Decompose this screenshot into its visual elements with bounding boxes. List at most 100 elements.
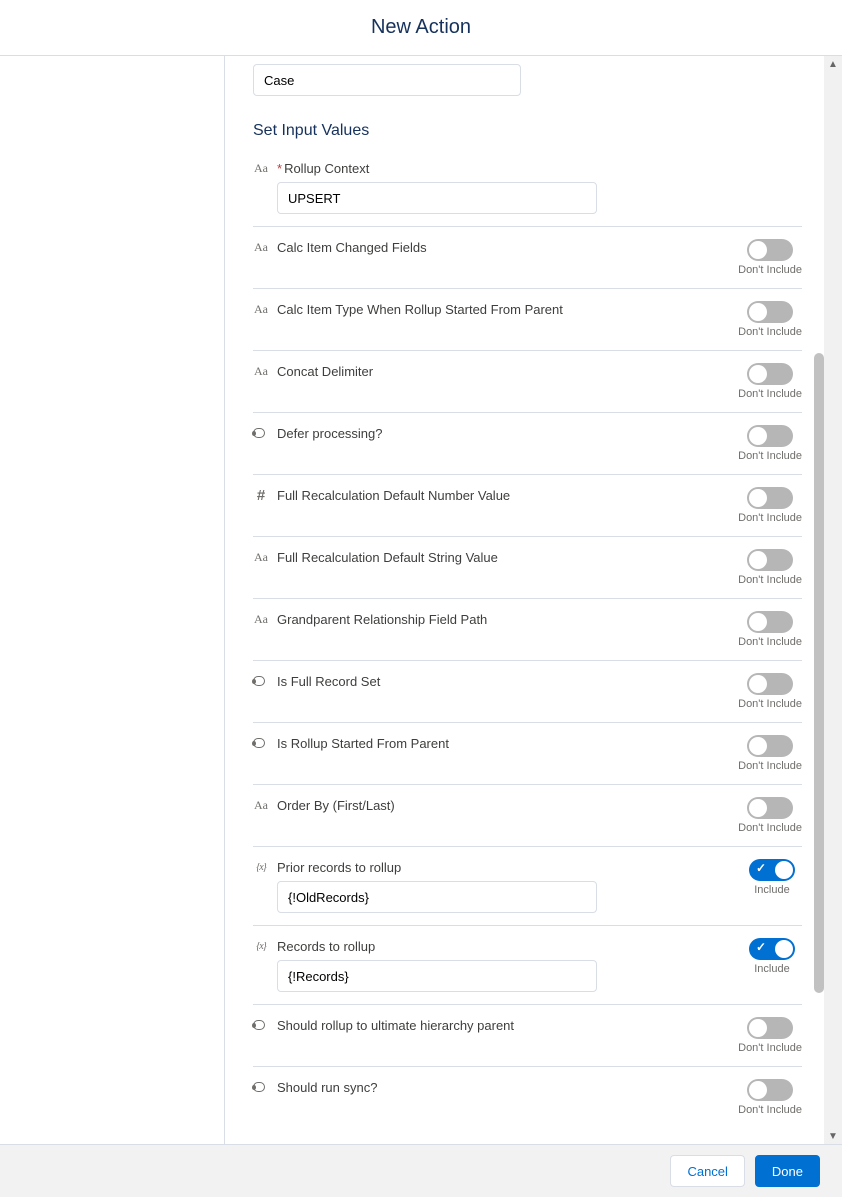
input-wrap [277,182,597,214]
toggle-label: Don't Include [738,636,802,648]
boolean-type-icon [253,673,269,689]
input-label-wrap: Is Full Record Set [253,673,738,689]
include-toggle-wrap: Don't Include [738,1017,802,1054]
include-toggle[interactable] [747,487,793,509]
toggle-knob [749,365,767,383]
done-button[interactable]: Done [755,1155,820,1187]
toggle-label: Don't Include [738,760,802,772]
toggle-label: Include [754,963,789,975]
boolean-type-icon [253,1079,269,1095]
input-row: Records to rollup Include [253,925,802,1004]
window-scrollbar[interactable]: ▲ ▼ [824,56,842,1144]
include-toggle-wrap: Don't Include [738,425,802,462]
input-label-wrap: Should run sync? [253,1079,738,1095]
input-row-body: Should rollup to ultimate hierarchy pare… [253,1017,738,1033]
include-toggle[interactable] [747,301,793,323]
include-toggle[interactable] [747,1079,793,1101]
content-scrollbar-thumb[interactable] [814,353,824,993]
include-toggle-wrap: Don't Include [738,735,802,772]
include-toggle-wrap: Don't Include [738,673,802,710]
input-row: Full Recalculation Default String Value D… [253,536,802,598]
toggle-label: Don't Include [738,1042,802,1054]
toggle-label: Don't Include [738,822,802,834]
input-label-wrap: Calc Item Changed Fields [253,239,738,255]
input-label-wrap: *Rollup Context [253,160,802,176]
object-selector-input[interactable] [253,64,521,96]
cancel-button[interactable]: Cancel [670,1155,744,1187]
input-label: Concat Delimiter [277,364,373,379]
input-label: Calc Item Type When Rollup Started From … [277,302,563,317]
input-label: Prior records to rollup [277,860,401,875]
include-toggle[interactable] [747,611,793,633]
boolean-type-icon [253,1017,269,1033]
input-row: Calc Item Changed FieldsDon't Include [253,226,802,288]
toggle-knob [749,613,767,631]
include-toggle-wrap: Include [742,938,802,975]
input-label: Full Recalculation Default String Value [277,550,498,565]
toggle-knob [749,489,767,507]
toggle-knob [749,799,767,817]
input-wrap [277,881,597,913]
include-toggle[interactable] [747,549,793,571]
required-indicator: * [277,161,282,176]
toggle-knob [749,1019,767,1037]
include-toggle[interactable] [747,673,793,695]
input-row-body: Calc Item Type When Rollup Started From … [253,301,738,317]
include-toggle[interactable] [747,425,793,447]
modal-title: New Action [0,0,842,56]
modal-body: Set Input Values *Rollup Context Calc Ite… [0,56,842,1144]
input-label: Calc Item Changed Fields [277,240,427,255]
toggle-knob [749,241,767,259]
boolean-type-icon [253,735,269,751]
input-row-body: Defer processing? [253,425,738,441]
variable-type-icon [253,938,269,954]
input-field[interactable] [277,960,597,992]
toggle-label: Don't Include [738,698,802,710]
include-toggle-wrap: Don't Include [738,797,802,834]
include-toggle[interactable] [747,797,793,819]
input-label-wrap: Full Recalculation Default Number Value [253,487,738,503]
section-title: Set Input Values [253,122,802,140]
include-toggle[interactable] [749,859,795,881]
include-toggle[interactable] [747,363,793,385]
input-label: Order By (First/Last) [277,798,395,813]
include-toggle[interactable] [747,735,793,757]
include-toggle[interactable] [747,1017,793,1039]
include-toggle-wrap: Don't Include [738,487,802,524]
input-field[interactable] [277,881,597,913]
input-label-wrap: Concat Delimiter [253,363,738,379]
input-values-list: *Rollup ContextCalc Item Changed FieldsD… [253,148,802,1128]
input-field[interactable] [277,182,597,214]
boolean-type-icon [253,425,269,441]
include-toggle-wrap: Don't Include [738,611,802,648]
toggle-label: Don't Include [738,574,802,586]
input-label: Full Recalculation Default Number Value [277,488,510,503]
input-label-wrap: Records to rollup [253,938,742,954]
text-type-icon [253,363,269,379]
input-row: Should run sync?Don't Include [253,1066,802,1128]
input-label-wrap: Should rollup to ultimate hierarchy pare… [253,1017,738,1033]
include-toggle-wrap: Don't Include [738,1079,802,1116]
input-label-wrap: Full Recalculation Default String Value [253,549,738,565]
input-row: Calc Item Type When Rollup Started From … [253,288,802,350]
scroll-down-arrow[interactable]: ▼ [824,1128,842,1144]
include-toggle[interactable] [749,938,795,960]
input-label: Grandparent Relationship Field Path [277,612,487,627]
input-row: Is Rollup Started From ParentDon't Inclu… [253,722,802,784]
input-row: Grandparent Relationship Field Path Don't… [253,598,802,660]
input-label-wrap: Defer processing? [253,425,738,441]
toggle-knob [749,1081,767,1099]
text-type-icon [253,160,269,176]
include-toggle-wrap: Don't Include [738,363,802,400]
input-row: Should rollup to ultimate hierarchy pare… [253,1004,802,1066]
modal-footer: Cancel Done [0,1144,842,1197]
object-selector-wrap [253,64,802,96]
include-toggle[interactable] [747,239,793,261]
scroll-up-arrow[interactable]: ▲ [824,56,842,72]
text-type-icon [253,611,269,627]
input-label-wrap: Grandparent Relationship Field Path [253,611,738,627]
input-row: Defer processing?Don't Include [253,412,802,474]
content-panel: Set Input Values *Rollup Context Calc Ite… [225,56,824,1144]
input-row-body: Order By (First/Last) [253,797,738,813]
input-row-body: Records to rollup [253,938,742,992]
